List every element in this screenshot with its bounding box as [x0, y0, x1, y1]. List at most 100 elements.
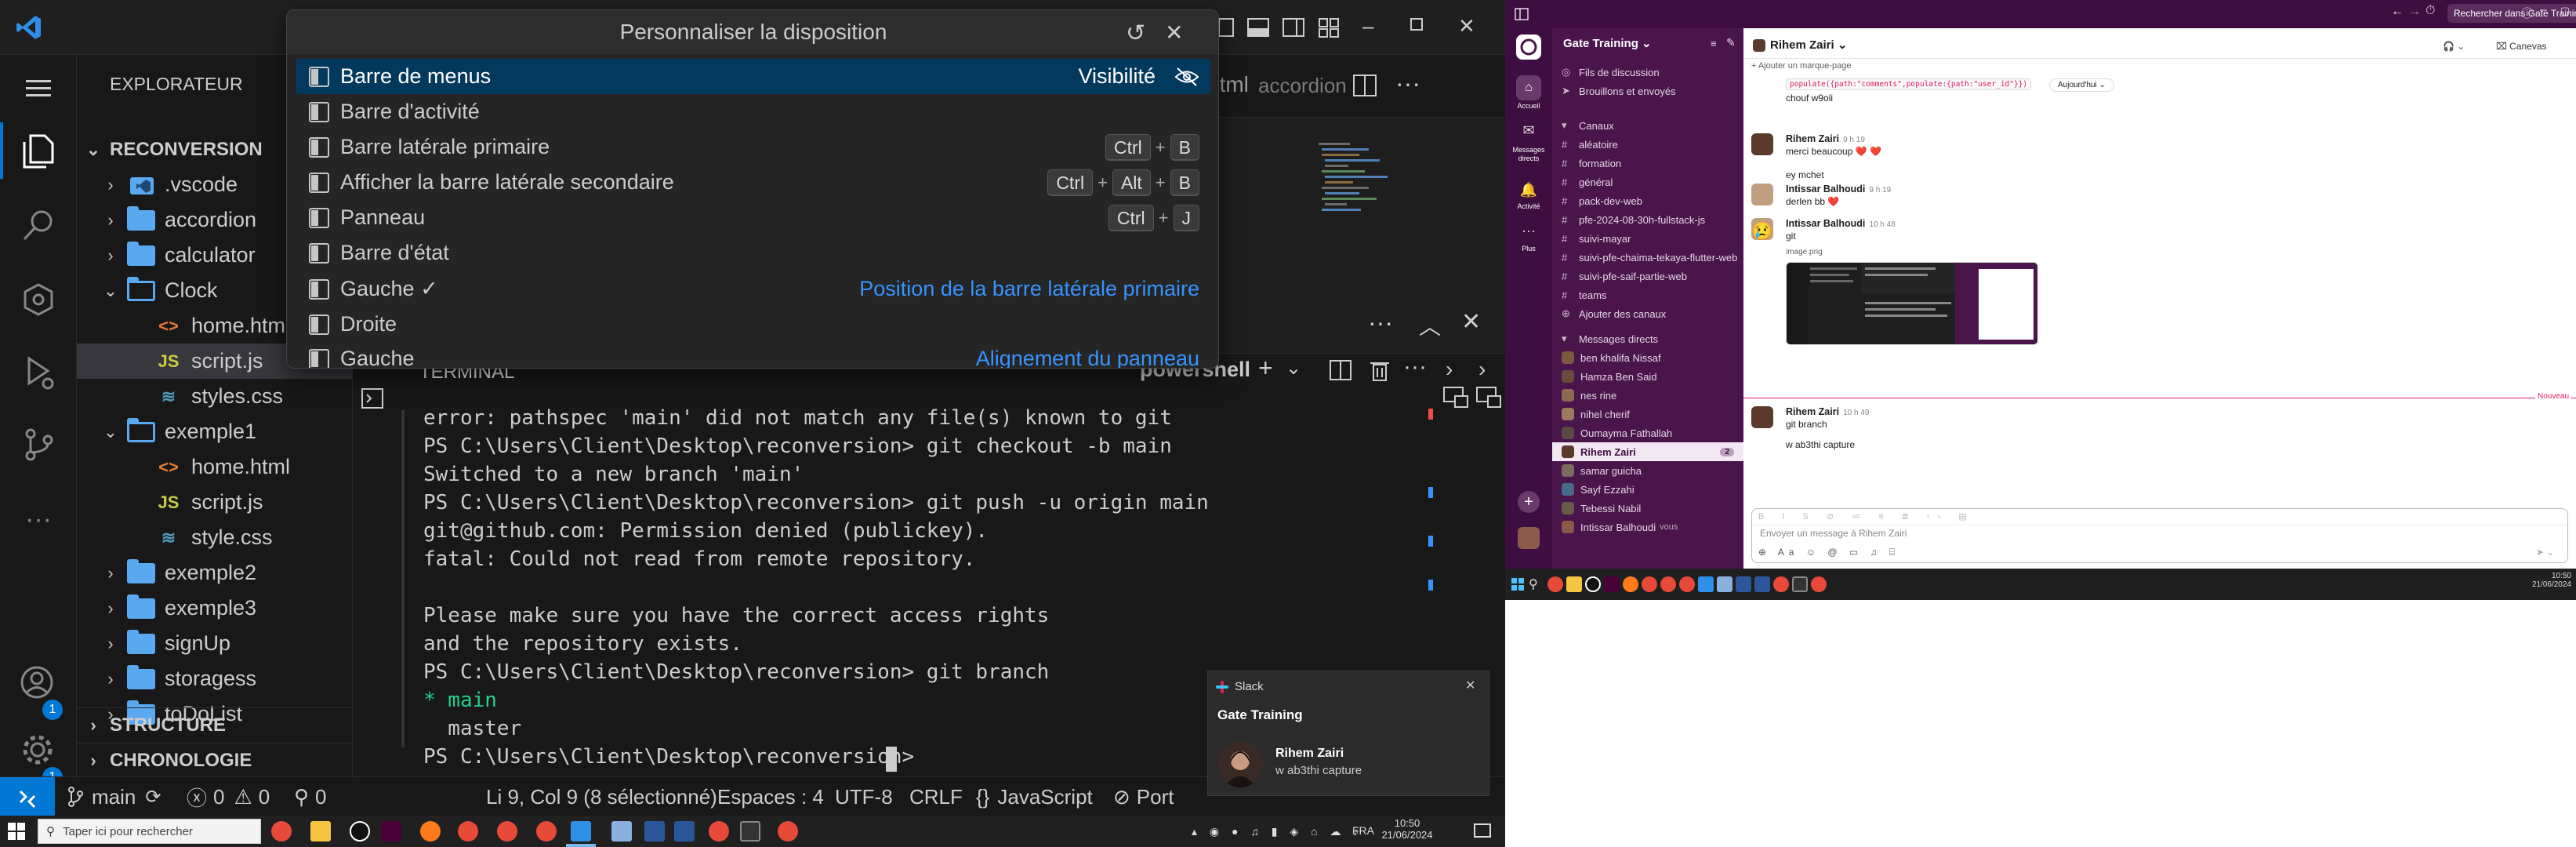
account-icon[interactable]	[17, 663, 60, 705]
dm-item[interactable]: nihel cherif	[1552, 405, 1743, 424]
word-icon[interactable]	[1754, 576, 1770, 592]
language-mode[interactable]: {} JavaScript	[976, 777, 1093, 816]
sidebar-toggle-icon[interactable]	[1515, 7, 1529, 21]
message-time[interactable]: 10 h 48	[1869, 220, 1895, 229]
tree-item[interactable]: JS script.js	[77, 485, 353, 520]
remote-indicator[interactable]	[0, 777, 55, 816]
sidebar-item[interactable]: ➤ Brouillons et envoyés	[1552, 82, 1743, 100]
line-ending[interactable]: CRLF	[909, 777, 963, 816]
windows-start-icon[interactable]	[1511, 578, 1524, 591]
plus-icon[interactable]: ⊕	[1758, 547, 1771, 558]
panel-more-icon[interactable]: ···	[1368, 308, 1393, 337]
app-icon[interactable]	[1717, 576, 1732, 592]
dm-item[interactable]: Oumayma Fathallah	[1552, 424, 1743, 442]
xd-icon[interactable]	[381, 821, 401, 842]
terminal-side-icon[interactable]	[1442, 385, 1469, 409]
channel-item[interactable]: # teams	[1552, 285, 1743, 304]
user-avatar[interactable]	[1518, 527, 1540, 549]
quickpick-item[interactable]: Gauche Alignement du panneau	[296, 341, 1210, 368]
split-terminal-icon[interactable]	[1329, 358, 1352, 382]
sync-icon[interactable]: ⟳	[145, 786, 161, 809]
word-icon[interactable]	[1736, 576, 1751, 592]
chrome-icon[interactable]	[1547, 576, 1563, 592]
eye-closed-icon[interactable]	[1174, 67, 1199, 87]
channel-item[interactable]: # général	[1552, 173, 1743, 191]
history-icon[interactable]: ⏱	[2425, 4, 2435, 18]
media-icon[interactable]	[350, 821, 370, 842]
slack-notification[interactable]: Slack ✕ Gate Training Rihem Zairi w ab3t…	[1207, 671, 1489, 796]
chrome-icon[interactable]	[1811, 576, 1827, 592]
tree-item[interactable]: › signUp	[77, 626, 353, 661]
channel-item[interactable]: # suivi-pfe-saif-partie-web	[1552, 267, 1743, 285]
settings-gear-icon[interactable]	[17, 729, 60, 772]
close-panel-icon[interactable]: ✕	[1461, 308, 1481, 336]
vscode-taskbar-icon[interactable]	[1698, 576, 1714, 592]
problems-item[interactable]: ⓧ 0 ⚠ 0	[187, 777, 270, 816]
chrome-icon[interactable]	[709, 821, 729, 842]
message-composer[interactable]: B I S ⊘ ≔ ≡ ≣ ‹› ▤ Envoyer un message à …	[1751, 508, 2568, 563]
compose-icon[interactable]: ✎	[1726, 36, 1736, 49]
tree-item[interactable]: › exemple2	[77, 555, 353, 591]
add-bookmark[interactable]: + Ajouter un marque-page	[1751, 61, 1852, 71]
indentation[interactable]: Espaces : 4	[717, 777, 824, 816]
close-window-icon[interactable]: ✕	[1458, 14, 1475, 38]
tree-item[interactable]: ⌄ exemple1	[77, 414, 353, 449]
channel-item[interactable]: # pfe-2024-08-30h-fullstack-js	[1552, 210, 1743, 229]
send-icon[interactable]: ➤ ⌄	[2536, 547, 2554, 558]
app-icon[interactable]	[611, 821, 632, 842]
source-control-icon[interactable]	[17, 424, 60, 466]
tree-item[interactable]: <> home.html	[77, 449, 353, 485]
channel-item[interactable]: # pack-dev-web	[1552, 191, 1743, 210]
encoding[interactable]: UTF-8	[835, 777, 893, 816]
ports-item[interactable]: ⚲ 0	[294, 777, 327, 816]
chrome-icon[interactable]	[1660, 576, 1676, 592]
minimize-icon[interactable]: –	[2540, 3, 2547, 17]
channels-header[interactable]: ▾ Canaux	[1552, 116, 1743, 135]
cursor-position[interactable]: Li 9, Col 9 (8 sélectionné)	[486, 777, 717, 816]
quickpick-item[interactable]: Barre de menus Visibilité	[296, 59, 1210, 94]
dm-item[interactable]: Rihem Zairi 2	[1552, 442, 1743, 461]
message-author[interactable]: Intissar Balhoudi	[1786, 184, 1865, 194]
dm-icon[interactable]: ✉	[1516, 122, 1541, 144]
maximize-panel-icon[interactable]: ︿	[1419, 310, 1441, 341]
minimize-icon[interactable]: –	[1362, 14, 1373, 38]
toggle-panel-icon[interactable]	[1246, 16, 1270, 39]
terminal-icon[interactable]	[740, 821, 760, 842]
notification-close-icon[interactable]: ✕	[1465, 678, 1475, 693]
file-explorer-icon[interactable]	[1566, 576, 1582, 592]
word-icon[interactable]	[644, 821, 665, 842]
split-editor-icon[interactable]	[1352, 72, 1379, 99]
new-terminal-icon[interactable]: +	[1258, 354, 1273, 383]
tree-item[interactable]: ≋ style.css	[77, 520, 353, 555]
date-pill[interactable]: Aujourd'hui ⌄	[2049, 78, 2114, 92]
channel-item[interactable]: # aléatoire	[1552, 135, 1743, 154]
quickpick-item[interactable]: Barre d'activité	[296, 94, 1210, 129]
chrome-icon[interactable]	[1773, 576, 1789, 592]
conversation-title[interactable]: Rihem Zairi ⌄	[1770, 38, 1847, 52]
close-icon[interactable]: ✕	[1165, 20, 1183, 45]
message-author[interactable]: Rihem Zairi	[1786, 406, 1839, 417]
image-attachment[interactable]	[1786, 262, 2038, 345]
media-icon[interactable]	[1585, 576, 1601, 592]
chrome-icon[interactable]	[778, 821, 798, 842]
huddle-icon[interactable]: 🎧 ⌄	[2443, 41, 2465, 52]
dm-item[interactable]: ben khalifa Nissaf	[1552, 348, 1743, 367]
workspace-name[interactable]: Gate Training ⌄	[1563, 36, 1652, 50]
sidebar-item[interactable]: ◎ Fils de discussion	[1552, 63, 1743, 82]
tree-item[interactable]: ≋ styles.css	[77, 379, 353, 414]
quickpick-item[interactable]: Barre d'état	[296, 235, 1210, 271]
xd-icon[interactable]	[1604, 576, 1620, 592]
dm-header[interactable]: ▾ Messages directs	[1552, 329, 1743, 348]
clock[interactable]: 10:50 21/06/2024	[2524, 572, 2571, 589]
message-author[interactable]: Intissar Balhoudi	[1786, 218, 1865, 229]
message-time[interactable]: 9 h 19	[1869, 186, 1891, 194]
message-time[interactable]: 10 h 49	[1843, 409, 1869, 417]
chrome-icon[interactable]	[271, 821, 292, 842]
app-icon-orange[interactable]	[1623, 576, 1638, 592]
canvas-button[interactable]: ⌧ Canevas	[2496, 41, 2547, 52]
home-icon[interactable]: ⌂	[1516, 75, 1541, 100]
more-icon[interactable]: ···	[1516, 223, 1541, 245]
message-author[interactable]: Rihem Zairi	[1786, 133, 1839, 144]
explorer-icon[interactable]	[17, 130, 60, 173]
editor-more-icon[interactable]: ···	[1395, 69, 1420, 98]
